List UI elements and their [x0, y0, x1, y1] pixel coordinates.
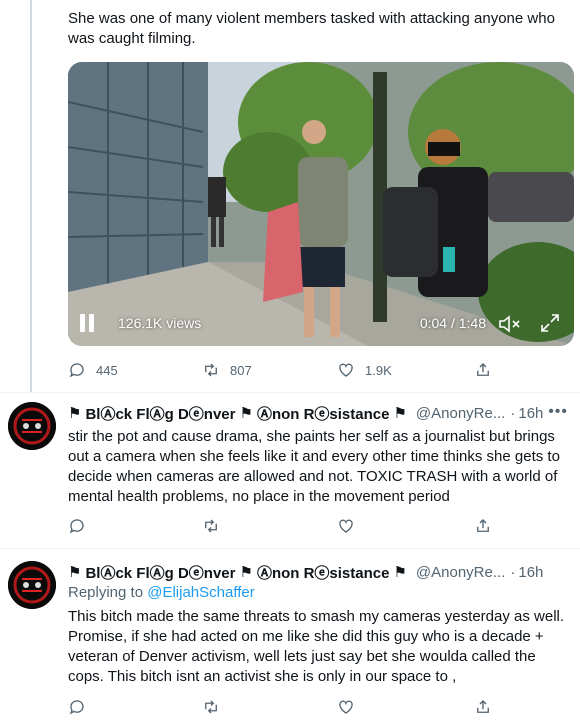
- reply-icon: [69, 519, 84, 534]
- display-name-part-2[interactable]: Ⓐnon Rⓔsistance: [257, 562, 390, 583]
- video-player[interactable]: 126.1K views 0:04 / 1:48: [68, 62, 574, 346]
- avatar[interactable]: [8, 561, 56, 609]
- dot-separator: ·: [510, 563, 516, 581]
- avatar[interactable]: [8, 402, 56, 450]
- share-button[interactable]: [474, 360, 492, 380]
- replying-to: Replying to @ElijahSchaffer: [68, 584, 255, 601]
- fullscreen-icon[interactable]: [540, 313, 560, 333]
- tweet-divider: [0, 548, 580, 549]
- tweet-time[interactable]: 16h: [518, 405, 543, 422]
- black-flag-icon: ⚑: [393, 564, 407, 581]
- tweet-divider: [0, 392, 580, 393]
- video-frame: [68, 62, 574, 346]
- share-icon: [477, 700, 489, 713]
- reply-1-header: ⚑ BlⒶck FlⒶg Dⓔnver ⚑ Ⓐnon Rⓔsistance ⚑ …: [68, 403, 543, 423]
- black-flag-icon: ⚑: [239, 405, 253, 422]
- reply-icon: [69, 700, 84, 715]
- reply-button[interactable]: [68, 697, 86, 717]
- retweet-icon: [205, 363, 217, 377]
- mute-icon[interactable]: [498, 314, 522, 334]
- share-button[interactable]: [474, 697, 492, 717]
- like-button[interactable]: [337, 516, 355, 536]
- like-button[interactable]: 1.9K: [337, 360, 392, 380]
- pause-icon[interactable]: [80, 314, 96, 332]
- reply-2-text: This bitch made the same threats to smas…: [68, 608, 565, 685]
- reply-icon: [69, 363, 84, 378]
- black-flag-icon: ⚑: [393, 405, 407, 422]
- reply-1-actions: [68, 516, 548, 536]
- share-icon: [477, 363, 489, 376]
- display-name-part-1[interactable]: BlⒶck FlⒶg Dⓔnver: [85, 403, 235, 424]
- user-handle[interactable]: @AnonyRe...: [416, 405, 505, 422]
- like-count: 1.9K: [365, 362, 392, 378]
- video-timestamp: 0:04 / 1:48: [419, 315, 486, 331]
- like-button[interactable]: [337, 697, 355, 717]
- tweet-time[interactable]: 16h: [518, 564, 543, 581]
- black-flag-icon: ⚑: [68, 405, 82, 422]
- retweet-icon: [205, 519, 217, 533]
- replying-to-label: Replying to: [68, 584, 144, 601]
- dot-separator: ·: [510, 404, 516, 422]
- reply-1-text: stir the pot and cause drama, she paints…: [68, 428, 560, 505]
- heart-icon: [339, 363, 353, 377]
- retweet-button[interactable]: [202, 516, 220, 536]
- display-name-part-2[interactable]: Ⓐnon Rⓔsistance: [257, 403, 390, 424]
- main-tweet-text: She was one of many violent members task…: [68, 10, 555, 47]
- reply-button[interactable]: [68, 516, 86, 536]
- replying-to-link[interactable]: @ElijahSchaffer: [147, 584, 255, 601]
- reply-count: 445: [96, 362, 118, 378]
- reply-2-header: ⚑ BlⒶck FlⒶg Dⓔnver ⚑ Ⓐnon Rⓔsistance ⚑ …: [68, 562, 543, 582]
- black-flag-icon: ⚑: [239, 564, 253, 581]
- retweet-button[interactable]: [202, 697, 220, 717]
- main-tweet-actions: 445 807 1.9K: [68, 360, 548, 380]
- reply-2-actions: [68, 697, 548, 717]
- video-view-count: 126.1K views: [118, 315, 202, 331]
- reply-button[interactable]: 445: [68, 360, 118, 380]
- retweet-icon: [205, 700, 217, 714]
- share-icon: [477, 519, 489, 532]
- heart-icon: [339, 700, 353, 714]
- share-button[interactable]: [474, 516, 492, 536]
- display-name-part-1[interactable]: BlⒶck FlⒶg Dⓔnver: [85, 562, 235, 583]
- user-handle[interactable]: @AnonyRe...: [416, 564, 505, 581]
- thread-connector-line: [30, 0, 32, 392]
- heart-icon: [339, 519, 353, 533]
- more-dots-icon[interactable]: •••: [548, 403, 568, 421]
- retweet-button[interactable]: 807: [202, 360, 252, 380]
- retweet-count: 807: [230, 362, 252, 378]
- black-flag-icon: ⚑: [68, 564, 82, 581]
